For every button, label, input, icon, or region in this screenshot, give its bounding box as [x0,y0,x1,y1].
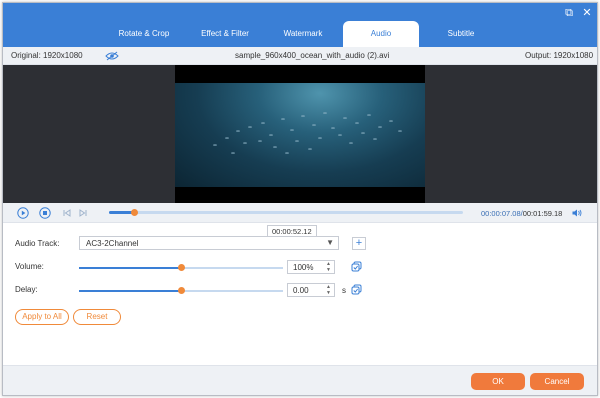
original-resolution: Original: 1920x1080 [11,51,83,60]
dialog-footer: OK Cancel [3,365,597,395]
next-frame-icon[interactable] [77,207,89,219]
editor-tabs: Rotate & Crop Effect & Filter Watermark … [3,21,597,47]
delay-value: 0.00 [293,286,309,295]
previous-frame-icon[interactable] [61,207,73,219]
video-frame [175,65,425,203]
ok-button[interactable]: OK [471,373,525,390]
video-editor-window: ⧉ ✕ Rotate & Crop Effect & Filter Waterm… [2,2,598,396]
video-preview-area [3,65,597,203]
stop-icon[interactable] [39,207,51,219]
player-controls: 00:00:07.08/00:01:59.18 [3,203,597,223]
stepper-arrows-icon[interactable]: ▲ ▼ [326,261,331,273]
apply-volume-icon[interactable] [351,261,362,272]
current-time: 00:00:07.08 [481,209,521,218]
time-tooltip: 00:00:52.12 [267,225,317,237]
cancel-button[interactable]: Cancel [530,373,584,390]
volume-stepper[interactable]: 100% ▲ ▼ [287,260,335,274]
total-time: 00:01:59.18 [522,209,563,218]
reset-button[interactable]: Reset [73,309,121,325]
stepper-arrows-icon[interactable]: ▲ ▼ [326,284,331,296]
file-name: sample_960x400_ocean_with_audio (2).avi [235,51,390,60]
tab-effect-filter[interactable]: Effect & Filter [185,21,265,47]
delay-slider-handle[interactable] [178,287,185,294]
delay-slider[interactable] [79,287,283,294]
output-resolution: Output: 1920x1080 [525,51,594,60]
volume-value: 100% [293,263,314,272]
title-bar: ⧉ ✕ Rotate & Crop Effect & Filter Waterm… [3,3,597,47]
volume-slider-handle[interactable] [178,264,185,271]
volume-icon[interactable] [571,207,583,219]
tab-watermark[interactable]: Watermark [265,21,341,47]
apply-to-all-button[interactable]: Apply to All [15,309,69,325]
close-window-icon[interactable]: ✕ [581,7,593,19]
info-bar: Original: 1920x1080 sample_960x400_ocean… [3,47,597,65]
volume-slider[interactable] [79,264,283,271]
volume-slider-fill [79,267,181,269]
audio-track-value: AC3-2Channel [86,239,139,248]
tab-subtitle[interactable]: Subtitle [421,21,501,47]
eye-hide-icon[interactable] [105,51,119,61]
audio-track-label: Audio Track: [15,239,60,248]
ocean-fish-frame [175,83,425,187]
tab-audio[interactable]: Audio [343,21,419,47]
timecode: 00:00:07.08/00:01:59.18 [481,209,562,218]
chevron-down-icon: ▼ [326,238,334,247]
volume-label: Volume: [15,262,44,271]
play-icon[interactable] [17,207,29,219]
tab-rotate-crop[interactable]: Rotate & Crop [103,21,185,47]
audio-track-dropdown[interactable]: AC3-2Channel ▼ [79,236,339,250]
delay-label: Delay: [15,285,38,294]
add-audio-track-button[interactable]: + [352,237,366,250]
apply-delay-icon[interactable] [351,284,362,295]
delay-unit: s [342,286,346,295]
playback-timeline[interactable] [109,209,463,216]
delay-slider-fill [79,290,181,292]
timeline-handle[interactable] [130,209,138,216]
restore-window-icon[interactable]: ⧉ [563,7,575,19]
delay-stepper[interactable]: 0.00 ▲ ▼ [287,283,335,297]
